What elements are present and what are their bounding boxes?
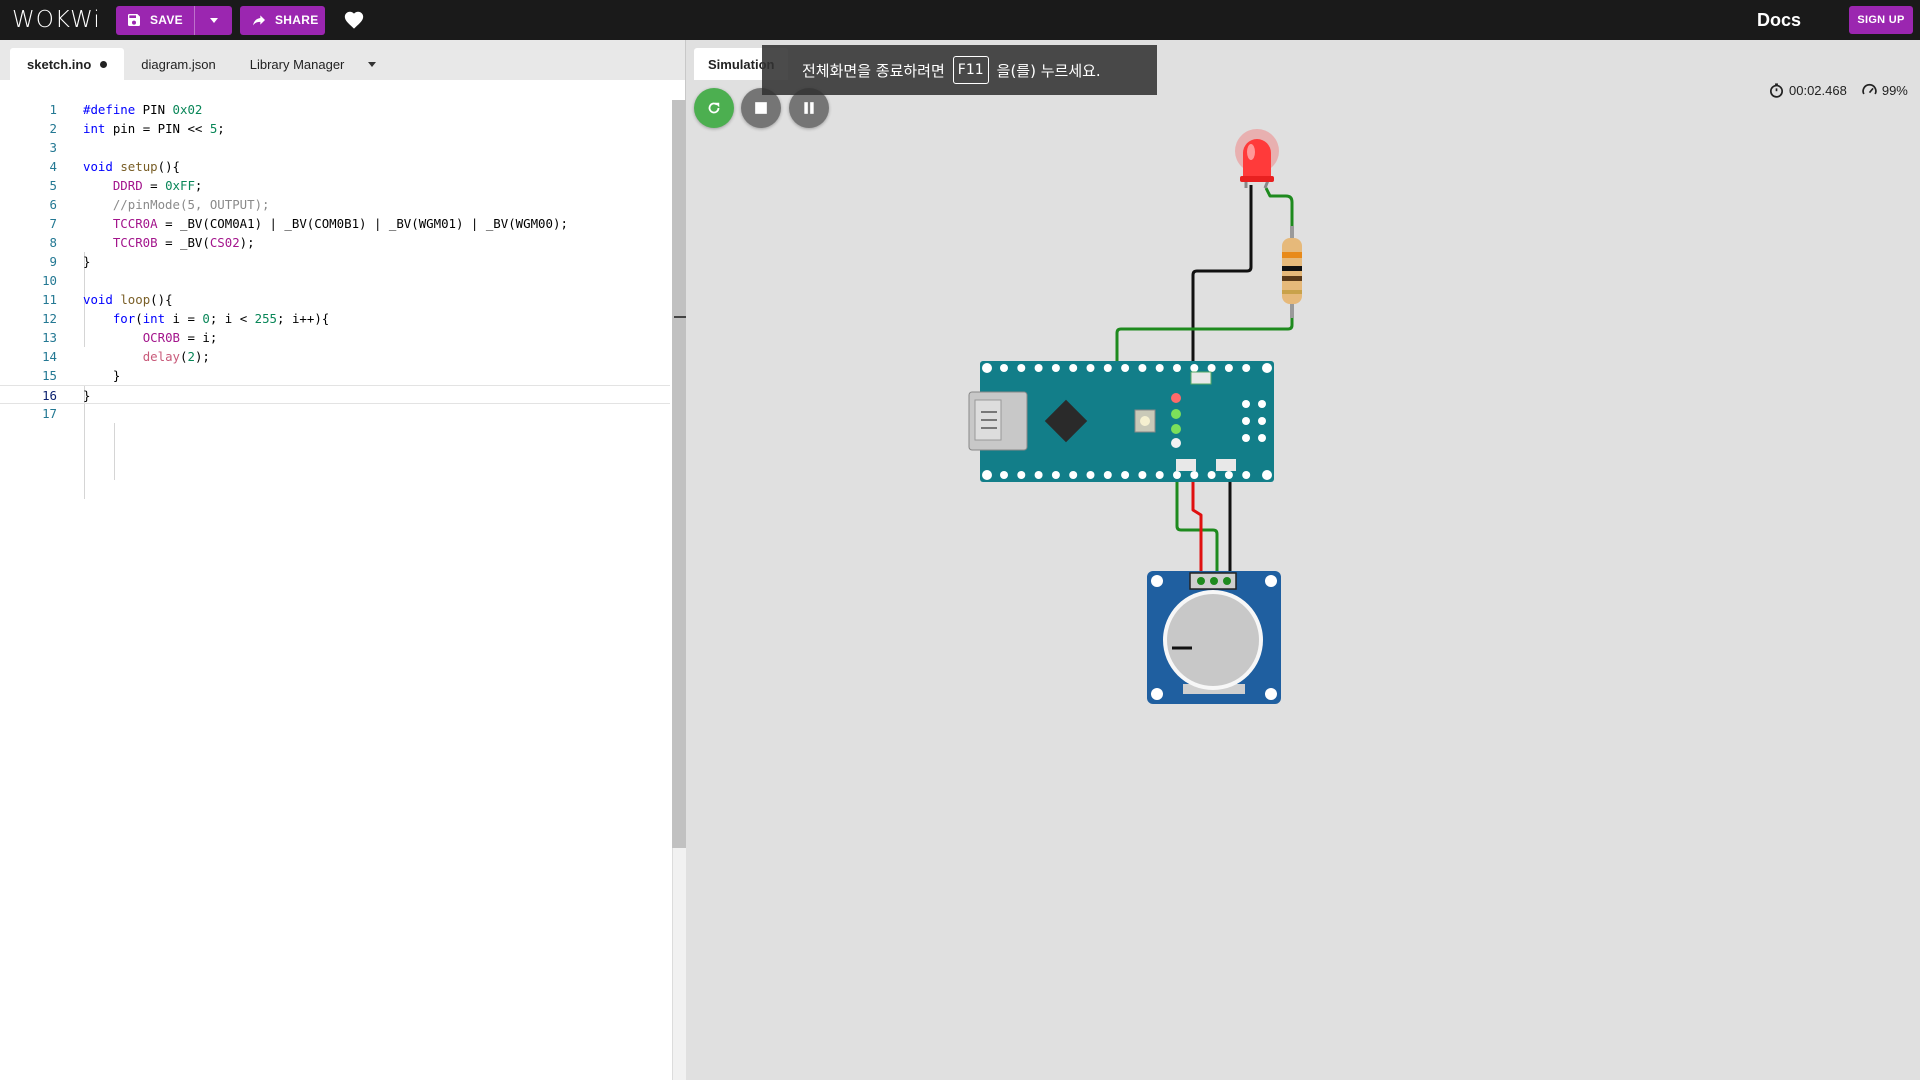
board-pin-d11[interactable]: [1017, 364, 1026, 372]
board-pin-tx1[interactable]: [1242, 364, 1251, 372]
share-icon: [253, 15, 265, 26]
board-pin-5v[interactable]: [1190, 471, 1199, 479]
editor-scrollbar-thumb[interactable]: [672, 100, 686, 848]
board-pin-a7[interactable]: [1173, 471, 1181, 479]
f11-key: F11: [952, 56, 989, 84]
hint-text-after: 을(를) 누르세요.: [996, 61, 1101, 80]
board-pin-gnd[interactable]: [1190, 364, 1199, 372]
board-pin-d12[interactable]: [1000, 364, 1008, 372]
tab-label: Library Manager: [249, 56, 345, 72]
code-line: 17: [42, 406, 57, 421]
tab-label: sketch.ino: [27, 56, 92, 72]
code-line: 3: [49, 140, 57, 155]
board-pin-aref[interactable]: [1034, 471, 1043, 479]
editor-tabs: sketch.ino diagram.json Library Manager: [0, 40, 685, 80]
hint-text-before: 전체화면을 종료하려면: [802, 61, 945, 80]
top-bar: WOKWi SAVE SHARE Docs SIGN UP: [0, 0, 1920, 40]
board-pin-a2[interactable]: [1086, 471, 1095, 479]
board-pin-d13[interactable]: [1000, 471, 1008, 479]
wokwi-logo[interactable]: WOKWi: [12, 7, 104, 33]
chevron-down-icon[interactable]: [368, 61, 377, 67]
share-button[interactable]: SHARE: [240, 5, 325, 35]
code-line: 14 delay(2);: [42, 349, 210, 364]
board-pin-3v3[interactable]: [1017, 471, 1026, 479]
code-line: 2 int pin = PIN << 5;: [49, 121, 225, 136]
code-line: 12 for(int i = 0; i < 255; i++){: [42, 311, 330, 326]
code-line: 7 TCCR0A = _BV(COM0A1) | _BV(COM0B1) | _…: [49, 216, 568, 231]
tab-label: diagram.json: [141, 56, 216, 72]
board-pin-d2[interactable]: [1173, 364, 1181, 372]
board-pin-d9[interactable]: [1051, 364, 1060, 372]
code-line: 11 void loop(){: [42, 292, 173, 307]
code-line: 9}: [49, 254, 91, 269]
board-pin-d6[interactable]: [1103, 364, 1112, 372]
board-pin-d8[interactable]: [1069, 364, 1078, 372]
board-pin-a3[interactable]: [1103, 471, 1112, 479]
code-line: 13 OCR0B = i;: [42, 330, 218, 345]
board-pin-a5[interactable]: [1138, 471, 1147, 479]
board-pin-d10[interactable]: [1034, 364, 1043, 372]
board-pin-a1[interactable]: [1069, 471, 1078, 479]
wire-resistor-led: [1264, 187, 1294, 234]
sign-up-button[interactable]: SIGN UP: [1849, 6, 1913, 34]
board-pin-rst[interactable]: [1207, 471, 1216, 479]
board-pin-rst[interactable]: [1207, 364, 1216, 372]
potentiometer[interactable]: [1147, 571, 1281, 704]
code-line: 8 TCCR0B = _BV(CS02);: [49, 235, 255, 250]
code-line: 10: [42, 273, 57, 288]
circuit-canvas[interactable]: [686, 40, 1920, 1080]
board-pin-a4[interactable]: [1121, 471, 1130, 479]
unsaved-dot-icon: [100, 60, 108, 68]
heart-icon[interactable]: [343, 9, 365, 31]
code-line: 4 void setup(){: [49, 159, 181, 174]
docs-link[interactable]: Docs: [1757, 10, 1801, 31]
save-button[interactable]: SAVE: [116, 5, 232, 35]
code-editor-panel: sketch.ino diagram.json Library Manager …: [0, 40, 686, 1080]
resistor[interactable]: [1282, 226, 1302, 318]
chevron-down-icon: [209, 17, 218, 23]
code-line-current: 16}: [0, 385, 670, 404]
board-pin-a0[interactable]: [1051, 471, 1060, 479]
wire-a7-sig: [1175, 474, 1219, 585]
board-pin-gnd[interactable]: [1224, 471, 1233, 479]
code-line: 1 #define PIN 0x02: [49, 102, 203, 117]
board-pin-d4[interactable]: [1138, 364, 1147, 372]
board-pin-d5[interactable]: [1121, 364, 1130, 372]
share-label: SHARE: [275, 13, 319, 27]
tab-library-manager[interactable]: Library Manager: [233, 48, 394, 80]
fullscreen-exit-hint: 전체화면을 종료하려면 F11 을(를) 누르세요.: [762, 45, 1157, 95]
code-area[interactable]: 1 #define PIN 0x02 2 int pin = PIN << 5; 3…: [0, 100, 670, 499]
simulation-panel: Simulation 00:02.468 99% 전체화면을 종료하려면 F11…: [686, 40, 1920, 1080]
board-pin-vin[interactable]: [1242, 471, 1251, 479]
save-label: SAVE: [150, 13, 183, 27]
code-line: 6 //pinMode(5, OUTPUT);: [49, 197, 270, 212]
save-dropdown-button[interactable]: [195, 6, 232, 35]
tab-diagram-json[interactable]: diagram.json: [124, 48, 232, 80]
board-pin-a6[interactable]: [1155, 471, 1164, 479]
wire-resistor-d6: [1115, 315, 1294, 367]
arduino-nano[interactable]: [968, 361, 1274, 482]
code-line: 15 }: [42, 368, 121, 383]
board-pin-d3[interactable]: [1155, 364, 1164, 372]
save-icon: [128, 14, 140, 26]
wire-gnd-led: [1191, 185, 1253, 367]
code-line: 5 DDRD = 0xFF;: [49, 178, 203, 193]
board-pin-d7[interactable]: [1086, 364, 1095, 372]
led[interactable]: [1235, 129, 1279, 189]
board-pin-rx0[interactable]: [1224, 364, 1233, 372]
indent-guide: [114, 423, 115, 480]
tab-sketch-ino[interactable]: sketch.ino: [10, 48, 125, 80]
scrollbar-cursor-marker: [674, 316, 686, 318]
